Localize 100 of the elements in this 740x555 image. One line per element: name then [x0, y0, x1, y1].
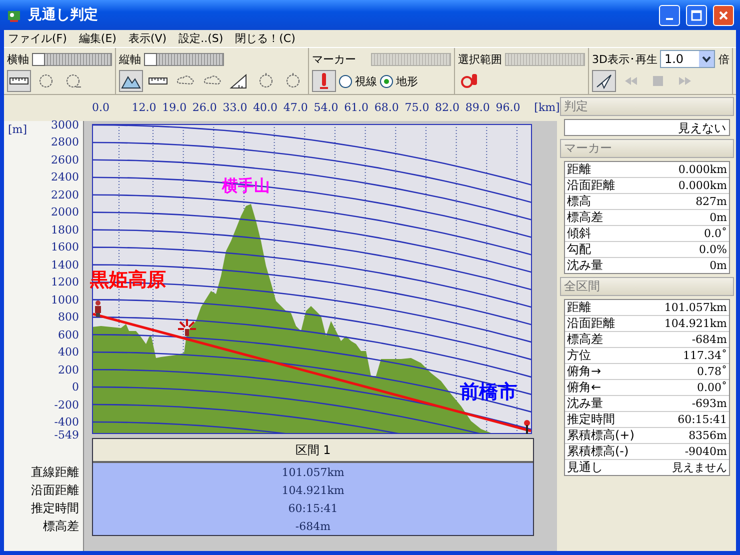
row-label: 距離: [567, 300, 591, 315]
row-label: 距離: [567, 162, 591, 177]
axis-tick-label: 75.0: [404, 101, 430, 114]
axis-tick-label: 200: [58, 363, 79, 376]
row-label: 標高差: [43, 518, 79, 535]
table-cell: 101.057km: [93, 463, 533, 481]
axis-tick-label: 0.0: [92, 101, 110, 114]
axis-tick-label: -549: [54, 428, 79, 442]
row-value: 117.34˚: [683, 348, 727, 363]
row-value: -684m: [692, 332, 727, 347]
row-label: 沈み量: [567, 396, 603, 411]
axis-tick-label: 2600: [51, 153, 79, 166]
row-value: 827m: [696, 194, 727, 209]
playback-label: 3D表示･再生: [592, 52, 658, 66]
axis-tick-label: 1800: [51, 223, 79, 236]
close-button[interactable]: [713, 4, 734, 26]
menu-item[interactable]: 表示(V): [128, 31, 167, 46]
marker-pin-button[interactable]: [312, 70, 336, 92]
row-label: 累積標高(-): [567, 444, 629, 459]
axis-tick-label: 96.0: [496, 101, 520, 114]
close-icon: [718, 10, 729, 20]
axis-tick-label: 54.0: [314, 101, 338, 114]
axis-tick-label: 3000: [51, 118, 79, 132]
speed-dropdown[interactable]: 1.0: [660, 50, 716, 68]
axis-tick-label: 26.0: [192, 101, 217, 114]
row-value: -693m: [692, 396, 727, 411]
axis-tick-label: -400: [54, 415, 79, 428]
marker-label: マーカー: [312, 52, 356, 66]
row-label: 俯角←: [567, 380, 602, 395]
row-value: 0m: [710, 258, 727, 273]
menu-item[interactable]: 編集(E): [78, 31, 116, 46]
row-value: 0.0˚: [704, 226, 727, 241]
row-value: 0.000km: [678, 178, 727, 193]
row-label: 標高差: [567, 210, 603, 225]
axis-tick-label: 1200: [51, 276, 79, 289]
row-label: 見通し: [567, 460, 603, 475]
axis-tick-label: 1600: [51, 240, 79, 254]
row-value: 0m: [710, 210, 727, 225]
row-label: 標高差: [567, 332, 603, 347]
row-value: 0.78˚: [697, 364, 727, 379]
row-label: 直線距離: [31, 464, 79, 481]
section-header: マーカー: [560, 139, 734, 158]
axis-unit-label: [km]: [534, 101, 560, 114]
result-field: 見えない: [564, 119, 730, 136]
axis-tick-label: 47.0: [283, 101, 308, 114]
axis-tick-label: 2400: [51, 170, 79, 184]
row-value: -9040m: [684, 444, 727, 459]
table-cell: 104.921km: [93, 481, 533, 499]
axis-tick-label: 1000: [51, 293, 79, 306]
axis-tick-label: 40.0: [253, 101, 278, 114]
pin-icon: [524, 420, 530, 434]
minimize-button[interactable]: [659, 4, 680, 26]
unit-label: 倍: [718, 52, 730, 66]
axis-tick-label: 2200: [51, 188, 79, 202]
burst-icon: [177, 318, 197, 336]
row-value: 0.0%: [699, 242, 727, 257]
axis-unit-label: [m]: [8, 123, 28, 136]
selection-marker-icon: [460, 72, 480, 90]
row-label: 標高: [567, 194, 591, 209]
person-icon: [95, 300, 101, 317]
row-label: 傾斜: [567, 226, 591, 241]
plane-3d-button[interactable]: [592, 70, 616, 92]
maximize-icon: [691, 10, 702, 20]
slider[interactable]: [32, 52, 112, 66]
section-header: 全区間: [560, 277, 734, 296]
axis-tick-label: 33.0: [222, 101, 248, 114]
row-value: 見えません: [672, 460, 727, 475]
axis-tick-label: 82.0: [435, 101, 460, 114]
row-label: 累積標高(+): [567, 428, 634, 443]
section-header: 判定: [560, 97, 734, 116]
row-value: 0.000km: [678, 162, 727, 177]
axis-tick-label: 1400: [51, 258, 79, 272]
menu-item[interactable]: ファイル(F): [8, 31, 67, 46]
row-label: 沿面距離: [31, 482, 79, 499]
row-value: 104.921km: [664, 316, 727, 331]
row-label: 沈み量: [567, 258, 603, 273]
triangle-ruler-icon: [229, 72, 249, 90]
menu-item[interactable]: 閉じる！(C): [235, 31, 296, 46]
mountain-button[interactable]: [119, 70, 143, 92]
table-header: 区間 1: [93, 439, 533, 463]
maximize-button[interactable]: [686, 4, 707, 26]
row-label: 沿面距離: [567, 178, 615, 193]
ruler-button[interactable]: [7, 70, 31, 92]
axis-tick-label: 0: [72, 380, 79, 394]
row-label: 沿面距離: [567, 316, 615, 331]
axis-tick-label: 61.0: [344, 101, 369, 114]
axis-tick-label: 800: [58, 310, 79, 324]
row-label: 推定時間: [31, 500, 79, 517]
table-cell: 60:15:41: [93, 499, 533, 517]
row-label: 推定時間: [567, 412, 615, 427]
axis-tick-label: 2800: [51, 136, 79, 149]
menu-item[interactable]: 設定..(S): [178, 31, 224, 46]
window-title: 見通し判定: [28, 6, 99, 24]
slider[interactable]: [144, 52, 224, 66]
axis-label: 横軸: [7, 52, 29, 66]
row-value: 0.00˚: [697, 380, 727, 395]
axis-tick-label: 89.0: [465, 101, 490, 114]
axis-tick-label: 68.0: [374, 101, 399, 114]
axis-tick-label: 2000: [51, 206, 79, 219]
axis-tick-label: 12.0: [132, 101, 156, 114]
